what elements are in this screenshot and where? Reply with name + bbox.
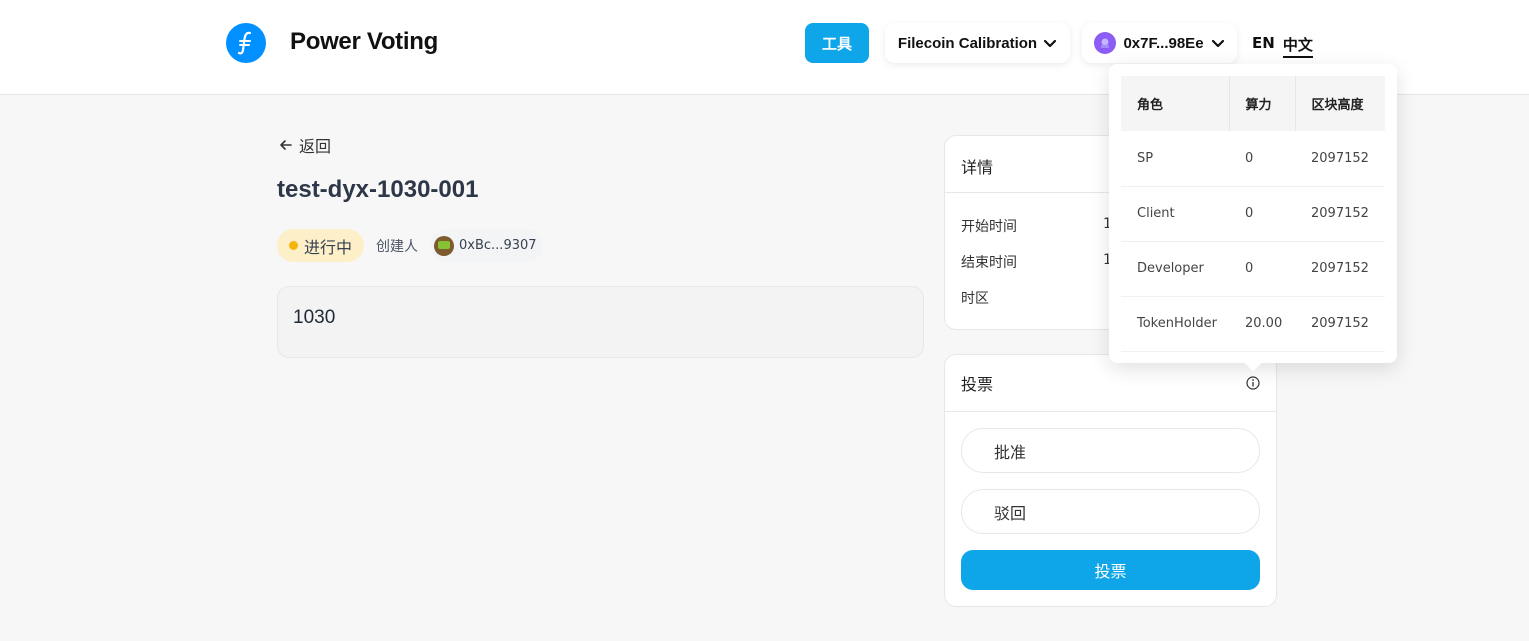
- vote-option-reject[interactable]: 驳回: [961, 489, 1260, 534]
- creator-label: 创建人: [376, 238, 419, 255]
- filecoin-logo[interactable]: [226, 23, 266, 63]
- vote-option-approve[interactable]: 批准: [961, 428, 1260, 473]
- creator-chip[interactable]: 0xBc...9307: [430, 229, 543, 262]
- lang-zh-button[interactable]: 中文: [1282, 34, 1313, 58]
- power-cell: 20.00: [1229, 296, 1295, 352]
- role-cell: Developer: [1121, 241, 1229, 297]
- col-role-header: 角色: [1121, 76, 1229, 131]
- lang-en-button[interactable]: EN: [1252, 34, 1275, 58]
- account-avatar: [1094, 32, 1117, 54]
- timezone-label: 时区: [961, 291, 989, 307]
- filecoin-f-icon: [237, 31, 252, 55]
- table-row: Client 0 2097152: [1121, 186, 1385, 242]
- height-cell: 2097152: [1295, 296, 1385, 352]
- network-selector[interactable]: Filecoin Calibration: [885, 23, 1070, 63]
- language-switcher: EN 中文: [1252, 34, 1313, 58]
- proposal-meta: 进行中 创建人 0xBc...9307: [277, 229, 543, 262]
- vote-panel: 投票 批准 驳回 投票: [944, 354, 1277, 607]
- status-dot-icon: [289, 241, 298, 250]
- voting-power-popover: 角色 算力 区块高度 SP 0 2097152 Client 0 2097152…: [1109, 64, 1397, 372]
- vote-title: 投票: [961, 375, 994, 394]
- network-label: Filecoin Calibration: [897, 34, 1038, 52]
- role-cell: TokenHolder: [1121, 296, 1229, 352]
- role-cell: Client: [1121, 186, 1229, 242]
- brand-name[interactable]: Power Voting: [290, 28, 438, 56]
- height-cell: 2097152: [1295, 186, 1385, 242]
- table-header-row: 角色 算力 区块高度: [1121, 76, 1385, 131]
- info-icon[interactable]: [1246, 376, 1260, 390]
- power-cell: 0: [1229, 186, 1295, 242]
- start-time-label: 开始时间: [961, 219, 1017, 235]
- creator-avatar: [434, 235, 455, 256]
- status-badge: 进行中: [277, 229, 365, 262]
- tools-button[interactable]: 工具: [805, 23, 869, 63]
- power-cell: 0: [1229, 131, 1295, 187]
- account-button[interactable]: 0x7F...98Ee: [1082, 23, 1237, 63]
- power-cell: 0: [1229, 241, 1295, 297]
- end-time-label: 结束时间: [961, 255, 1017, 271]
- height-cell: 2097152: [1295, 241, 1385, 297]
- back-link[interactable]: 返回: [279, 133, 331, 157]
- avatar-glyph-icon: [1101, 38, 1110, 48]
- proposal-title: test-dyx-1030-001: [277, 176, 479, 203]
- voting-power-table: 角色 算力 区块高度 SP 0 2097152 Client 0 2097152…: [1121, 76, 1385, 352]
- table-row: SP 0 2097152: [1121, 131, 1385, 187]
- vote-submit-button[interactable]: 投票: [961, 550, 1260, 590]
- table-row: Developer 0 2097152: [1121, 241, 1385, 297]
- back-label: 返回: [299, 137, 332, 156]
- creator-address: 0xBc...9307: [459, 238, 537, 253]
- chevron-down-icon: [1043, 39, 1057, 47]
- account-address: 0x7F...98Ee: [1123, 34, 1204, 52]
- chevron-down-icon: [1211, 39, 1224, 47]
- col-power-header: 算力: [1228, 76, 1295, 131]
- vote-header: 投票: [945, 355, 1276, 412]
- col-height-header: 区块高度: [1294, 76, 1385, 131]
- height-cell: 2097152: [1295, 131, 1385, 187]
- proposal-description: 1030: [277, 286, 924, 358]
- arrow-left-icon: [280, 140, 292, 150]
- role-cell: SP: [1121, 131, 1229, 187]
- table-row: TokenHolder 20.00 2097152: [1121, 296, 1385, 352]
- status-label: 进行中: [304, 237, 353, 257]
